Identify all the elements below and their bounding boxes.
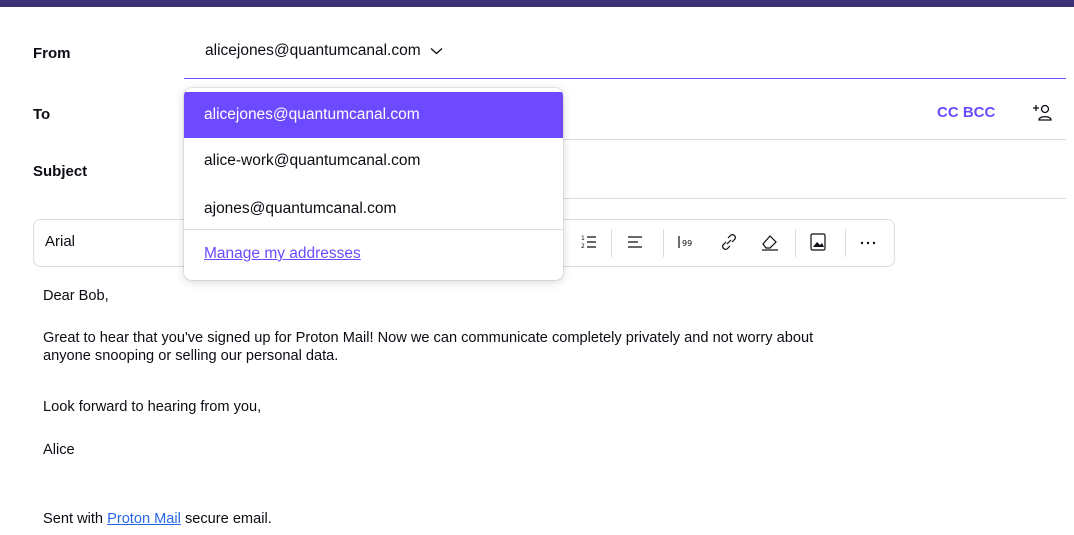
more-options-icon[interactable] (857, 231, 879, 253)
from-address-dropdown: alicejones@quantumcanal.com alice-work@q… (184, 88, 563, 280)
dropdown-divider (184, 229, 563, 230)
ordered-list-icon[interactable]: 1 2 (579, 231, 601, 253)
composer-header-bar (0, 0, 1074, 7)
svg-text:99: 99 (682, 239, 692, 248)
from-field-focus-line (184, 78, 1066, 79)
address-option[interactable]: alice-work@quantumcanal.com (184, 138, 563, 184)
quote-icon[interactable]: 99 (676, 231, 698, 253)
chevron-down-icon (430, 48, 443, 55)
manage-addresses-link[interactable]: Manage my addresses (204, 245, 361, 263)
svg-text:2: 2 (581, 243, 585, 250)
svg-text:1: 1 (581, 235, 585, 242)
subject-field-underline (563, 198, 1066, 199)
add-contact-icon[interactable] (1031, 101, 1053, 123)
toolbar-divider (795, 229, 796, 257)
from-address-select[interactable]: alicejones@quantumcanal.com (205, 42, 443, 60)
message-greeting: Dear Bob, (43, 288, 109, 304)
proton-mail-link[interactable]: Proton Mail (107, 511, 181, 527)
toolbar-divider (845, 229, 846, 257)
message-closing: Look forward to hearing from you, (43, 399, 262, 415)
message-signoff: Alice (43, 442, 75, 458)
from-address-value: alicejones@quantumcanal.com (205, 42, 421, 59)
signature-suffix: secure email. (180, 511, 272, 527)
message-paragraph-line: Great to hear that you've signed up for … (43, 330, 814, 346)
message-signature: Sent with Proton Mail secure email. (43, 510, 272, 528)
insert-image-icon[interactable] (807, 231, 829, 253)
align-left-icon[interactable] (625, 231, 647, 253)
clear-formatting-icon[interactable] (759, 231, 781, 253)
to-field-underline (563, 139, 1066, 140)
toolbar-divider (611, 229, 612, 257)
from-label: From (33, 45, 71, 62)
link-icon[interactable] (718, 231, 740, 253)
subject-label: Subject (33, 163, 88, 180)
font-family-select[interactable]: Arial (45, 233, 75, 250)
toolbar-divider (663, 229, 664, 257)
signature-prefix: Sent with (43, 511, 108, 527)
address-option[interactable]: ajones@quantumcanal.com (184, 186, 563, 232)
cc-bcc-button[interactable]: CC BCC (937, 104, 995, 121)
to-label: To (33, 106, 51, 123)
message-paragraph-line: anyone snooping or selling our personal … (43, 348, 339, 364)
address-option-selected[interactable]: alicejones@quantumcanal.com (184, 92, 563, 138)
